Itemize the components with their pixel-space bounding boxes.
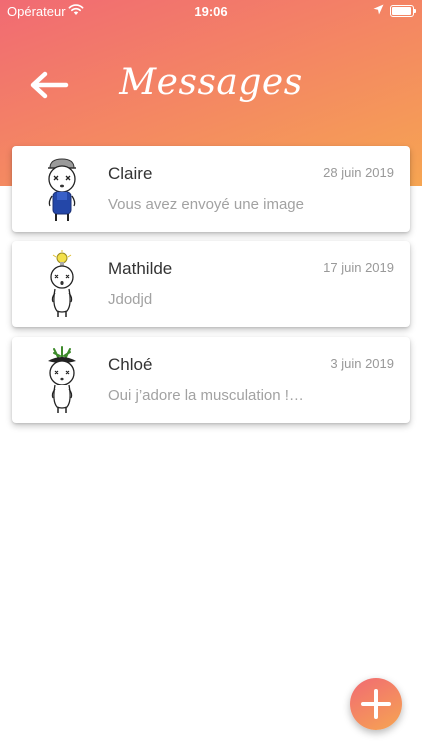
status-bar: Opérateur 19:06 — [0, 0, 422, 24]
conversation-preview: Oui j’adore la musculation !… — [108, 387, 304, 404]
location-arrow-icon — [373, 4, 384, 15]
battery-icon — [390, 5, 416, 17]
conversation-date: 3 juin 2019 — [330, 356, 394, 371]
plus-icon — [361, 689, 391, 719]
new-message-button[interactable] — [350, 678, 402, 730]
page-title: Messages — [119, 62, 303, 103]
conversation-name: Chloé — [108, 355, 153, 374]
battery-fill — [392, 7, 411, 15]
conversation-preview: Jdodjd — [108, 291, 153, 308]
conversation-name: Mathilde — [108, 259, 173, 278]
conversation-date: 17 juin 2019 — [323, 260, 394, 275]
conversation-name: Claire — [108, 164, 153, 183]
conversation-date: 28 juin 2019 — [323, 165, 394, 180]
conversation-item-chloe[interactable]: Chloé 3 juin 2019 Oui j’adore la muscula… — [12, 337, 410, 423]
status-time: 19:06 — [194, 4, 228, 19]
lightbulb-character-avatar — [50, 250, 74, 317]
conversation-preview: Vous avez envoyé une image — [108, 196, 304, 213]
conversation-item-mathilde[interactable]: Mathilde 17 juin 2019 Jdodjd — [12, 241, 410, 327]
cap-character-avatar — [48, 158, 76, 221]
plant-character-avatar — [48, 346, 76, 413]
conversation-item-claire[interactable]: Claire 28 juin 2019 Vous avez envoyé une… — [12, 146, 410, 232]
